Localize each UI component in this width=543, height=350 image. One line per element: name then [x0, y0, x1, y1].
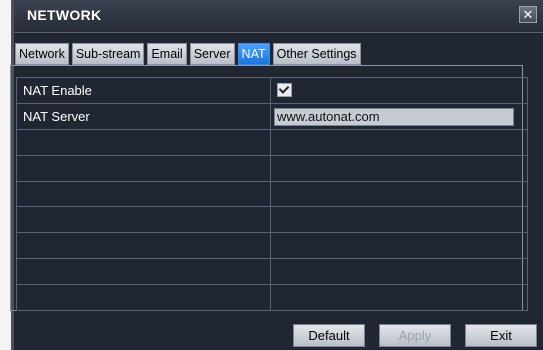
- table-row: NAT Enable: [16, 77, 528, 104]
- nat-enable-label: NAT Enable: [16, 77, 271, 104]
- empty-cell: [270, 154, 528, 182]
- table-row: [16, 206, 528, 234]
- close-button[interactable]: ✕: [519, 6, 537, 23]
- tab-other-settings[interactable]: Other Settings: [272, 43, 361, 65]
- tab-bar: Network Sub-stream Email Server NAT Othe…: [15, 43, 364, 65]
- nat-enable-cell: [270, 77, 528, 104]
- table-row: [16, 284, 528, 311]
- empty-cell: [270, 258, 528, 285]
- nat-server-cell: www.autonat.com: [270, 102, 528, 130]
- table-row: [16, 232, 528, 260]
- nat-server-input[interactable]: www.autonat.com: [274, 107, 514, 126]
- tab-nat[interactable]: NAT: [237, 43, 270, 65]
- close-icon: ✕: [522, 7, 534, 22]
- tab-email[interactable]: Email: [147, 43, 187, 65]
- empty-cell: [270, 180, 528, 208]
- empty-cell: [16, 232, 271, 260]
- window-title: NETWORK: [27, 7, 102, 23]
- tab-network[interactable]: Network: [15, 43, 69, 65]
- table-row: NAT Server www.autonat.com: [16, 102, 528, 130]
- empty-cell: [270, 206, 528, 234]
- tab-server[interactable]: Server: [189, 43, 235, 65]
- default-button[interactable]: Default: [293, 324, 365, 347]
- table-row: [16, 128, 528, 156]
- table-row: [16, 258, 528, 285]
- title-bar: NETWORK ✕: [14, 0, 543, 33]
- empty-cell: [16, 206, 271, 234]
- empty-cell: [16, 154, 271, 182]
- empty-cell: [16, 128, 271, 156]
- apply-button[interactable]: Apply: [379, 324, 451, 347]
- nat-settings-table: NAT Enable NAT Server www.autonat.com: [16, 77, 528, 311]
- empty-cell: [270, 232, 528, 260]
- empty-cell: [16, 284, 271, 311]
- nat-enable-checkbox[interactable]: [277, 83, 292, 98]
- table-row: [16, 180, 528, 208]
- empty-cell: [16, 180, 271, 208]
- tab-sub-stream[interactable]: Sub-stream: [71, 43, 145, 65]
- empty-cell: [270, 284, 528, 311]
- empty-cell: [16, 258, 271, 285]
- nat-server-label: NAT Server: [16, 102, 271, 130]
- exit-button[interactable]: Exit: [465, 324, 537, 347]
- table-row: [16, 154, 528, 182]
- empty-cell: [270, 128, 528, 156]
